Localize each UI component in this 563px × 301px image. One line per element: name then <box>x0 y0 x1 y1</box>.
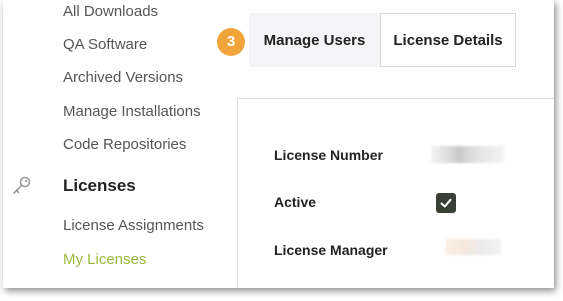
key-icon <box>11 175 33 197</box>
sidebar-item-all-downloads[interactable]: All Downloads <box>63 3 158 20</box>
license-number-label: License Number <box>274 147 383 163</box>
sidebar-item-archived-versions[interactable]: Archived Versions <box>63 69 183 86</box>
license-details-panel <box>237 98 554 288</box>
sidebar-nav: All Downloads QA Software Archived Versi… <box>3 0 233 288</box>
screenshot-frame: All Downloads QA Software Archived Versi… <box>3 0 554 288</box>
active-label: Active <box>274 194 317 210</box>
step-number-badge: 3 <box>217 28 245 56</box>
checkmark-icon <box>440 198 452 208</box>
sidebar-item-my-licenses[interactable]: My Licenses <box>63 251 146 268</box>
tab-license-details[interactable]: License Details <box>380 13 516 67</box>
active-checkbox[interactable] <box>436 193 456 213</box>
sidebar-item-license-assignments[interactable]: License Assignments <box>63 217 204 234</box>
sidebar-item-qa-software[interactable]: QA Software <box>63 36 147 53</box>
tab-manage-users[interactable]: Manage Users <box>249 13 380 67</box>
license-number-value-redacted <box>431 146 504 163</box>
sidebar-item-manage-installations[interactable]: Manage Installations <box>63 103 201 120</box>
license-manager-value-redacted <box>446 239 501 255</box>
sidebar-section-licenses[interactable]: Licenses <box>63 176 136 196</box>
sidebar-item-code-repositories[interactable]: Code Repositories <box>63 136 186 153</box>
license-manager-label: License Manager <box>274 242 388 258</box>
